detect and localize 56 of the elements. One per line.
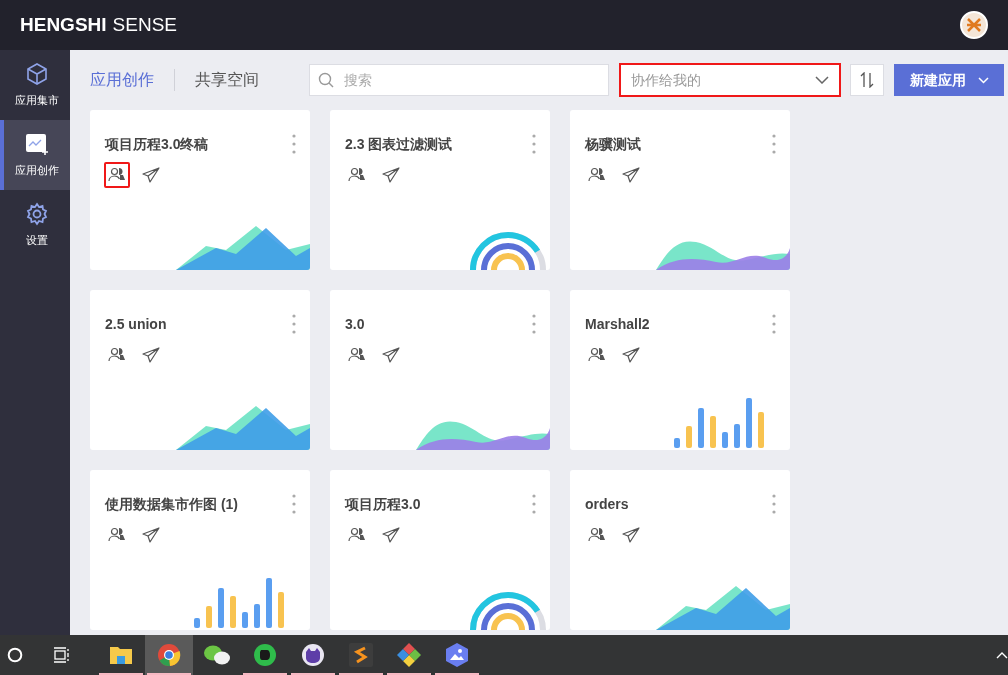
task-view-icon[interactable]: [53, 647, 71, 663]
cube-icon: [25, 61, 49, 86]
chevron-up-icon[interactable]: [996, 651, 1008, 659]
card-title: 杨骥测试: [585, 135, 641, 154]
app-card[interactable]: 项目历程3.0终稿: [90, 110, 310, 270]
chat-bubbles-icon[interactable]: [203, 644, 231, 666]
send-icon[interactable]: [142, 527, 160, 543]
sidebar-item[interactable]: 应用创作: [0, 120, 70, 190]
send-icon[interactable]: [382, 527, 400, 543]
card-title: 项目历程3.0: [345, 495, 421, 514]
user-avatar[interactable]: [960, 11, 988, 39]
sort-icon: [860, 72, 874, 88]
card-title: 3.0: [345, 315, 365, 334]
send-icon[interactable]: [622, 527, 640, 543]
card-title: 使用数据集市作图 (1): [105, 495, 238, 514]
send-icon[interactable]: [142, 347, 160, 363]
card-title: 2.3 图表过滤测试: [345, 135, 453, 154]
send-icon[interactable]: [382, 167, 400, 183]
send-icon[interactable]: [382, 347, 400, 363]
send-icon[interactable]: [622, 347, 640, 363]
app-card[interactable]: orders: [570, 470, 790, 630]
browser-icon[interactable]: [157, 643, 181, 667]
card-title: 2.5 union: [105, 315, 167, 334]
chevron-down-icon: [977, 76, 989, 84]
app-card[interactable]: 2.3 图表过滤测试: [330, 110, 550, 270]
chart-icon: [25, 131, 49, 156]
card-title: Marshall2: [585, 315, 650, 334]
app-card[interactable]: 3.0: [330, 290, 550, 450]
app-card[interactable]: 使用数据集市作图 (1): [90, 470, 310, 630]
app-card[interactable]: 2.5 union: [90, 290, 310, 450]
card-title: orders: [585, 495, 629, 514]
search-field[interactable]: 搜索: [309, 64, 609, 96]
search-icon: [318, 72, 334, 88]
photos-icon[interactable]: [445, 642, 469, 668]
send-icon[interactable]: [622, 167, 640, 183]
tab[interactable]: 应用创作: [90, 68, 154, 92]
chevron-down-icon: [815, 76, 829, 84]
cat-icon[interactable]: [301, 643, 325, 667]
logo-text: SENSE: [112, 12, 177, 37]
send-icon[interactable]: [142, 167, 160, 183]
folder-icon[interactable]: [109, 644, 133, 666]
tab[interactable]: 共享空间: [195, 68, 259, 92]
collaborator-icon[interactable]: [104, 162, 130, 188]
new-app-button[interactable]: 新建应用: [894, 64, 1004, 96]
settings-icon: [25, 201, 49, 226]
sort-button[interactable]: [850, 64, 884, 96]
app-card[interactable]: 杨骥测试: [570, 110, 790, 270]
app-card[interactable]: 项目历程3.0: [330, 470, 550, 630]
diamond-icon[interactable]: [396, 642, 422, 668]
search-circle-icon[interactable]: [7, 647, 23, 663]
sidebar-item[interactable]: 应用集市: [0, 50, 70, 120]
logo-text: HENGSHI: [20, 12, 107, 37]
card-title: 项目历程3.0终稿: [105, 135, 209, 154]
editor-icon[interactable]: [349, 643, 373, 667]
sidebar-item[interactable]: 设置: [0, 190, 70, 260]
app-card[interactable]: Marshall2: [570, 290, 790, 450]
